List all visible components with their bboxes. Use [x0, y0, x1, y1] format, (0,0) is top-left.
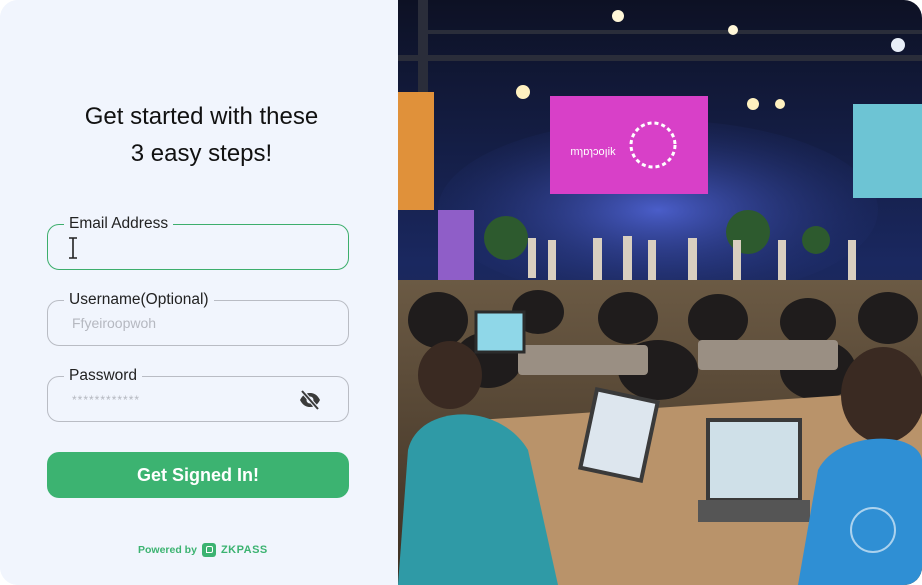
conference-photo: mɿɒɿɔoꞁik [398, 0, 922, 585]
username-field[interactable]: Username(Optional) Ffyeiroopwoh [47, 290, 349, 346]
signup-card: Get started with these 3 easy steps! Ema… [0, 0, 922, 585]
zkpass-logo-icon [201, 543, 216, 557]
email-field[interactable]: Email Address [47, 214, 349, 270]
sign-in-button[interactable]: Get Signed In! [47, 452, 349, 498]
stage-screen-text: mɿɒɿɔoꞁik [570, 146, 616, 158]
email-label: Email Address [64, 214, 174, 234]
text-cursor-icon [69, 237, 77, 259]
eye-off-icon[interactable] [298, 389, 322, 411]
powered-by: Powered by ZKPASS [138, 543, 268, 557]
signup-panel: Get started with these 3 easy steps! Ema… [0, 0, 398, 585]
title-line-1: Get started with these [84, 103, 319, 130]
powered-by-text: Powered by [138, 544, 197, 556]
brand-name: ZKPASS [220, 544, 268, 556]
password-field[interactable]: Password ************ [47, 366, 349, 422]
password-value: ************ [72, 393, 141, 407]
title-line-2: 3 easy steps! [130, 140, 273, 167]
password-label: Password [64, 366, 143, 386]
page-title: Get started with these 3 easy steps! [0, 98, 403, 172]
username-placeholder: Ffyeiroopwoh [72, 315, 157, 331]
username-label: Username(Optional) [64, 290, 214, 310]
